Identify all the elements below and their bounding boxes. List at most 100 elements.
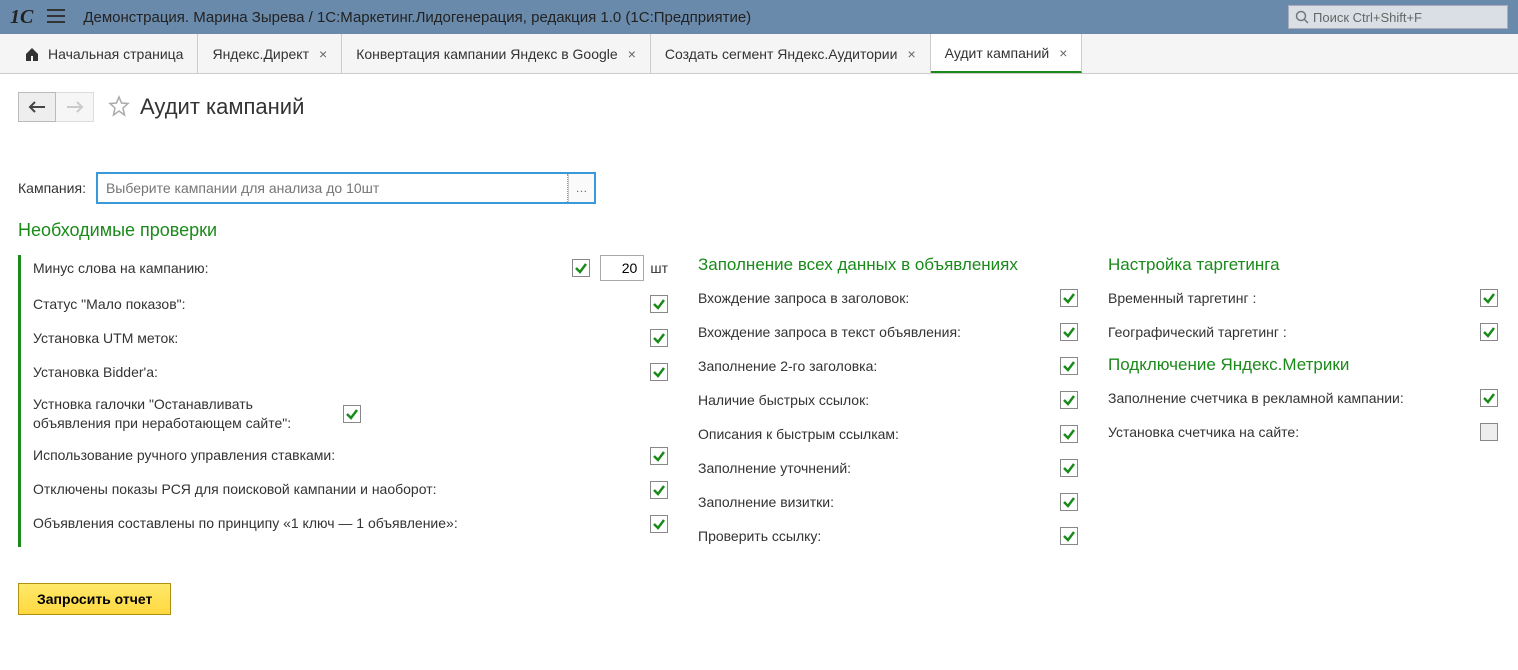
check-label: Заполнение уточнений:: [698, 459, 1060, 478]
check-label: Заполнение счетчика в рекламной кампании…: [1108, 389, 1480, 408]
tab-home-label: Начальная страница: [48, 46, 183, 62]
checkbox[interactable]: [1480, 389, 1498, 407]
check-label: Минус слова на кампанию:: [33, 259, 572, 278]
check-geo-targeting: Географический таргетинг :: [1108, 321, 1498, 343]
checkbox[interactable]: [1060, 289, 1078, 307]
close-icon[interactable]: ×: [907, 46, 915, 62]
checkbox[interactable]: [650, 447, 668, 465]
check-minus-words: Минус слова на кампанию: шт: [33, 255, 668, 281]
search-icon: [1295, 10, 1309, 24]
checks-col-3: Настройка таргетинга Временный таргетинг…: [1108, 255, 1498, 455]
check-label: Вхождение запроса в текст объявления:: [698, 323, 1060, 342]
check-time-targeting: Временный таргетинг :: [1108, 287, 1498, 309]
check-utm-tags: Установка UTM меток:: [33, 327, 668, 349]
checkbox[interactable]: [572, 259, 590, 277]
checkbox[interactable]: [1060, 391, 1078, 409]
tab-create-segment[interactable]: Создать сегмент Яндекс.Аудитории ×: [651, 34, 931, 73]
tab-label: Создать сегмент Яндекс.Аудитории: [665, 46, 898, 62]
check-rsy-disabled: Отключены показы РСЯ для поисковой кампа…: [33, 479, 668, 501]
check-label: Наличие быстрых ссылок:: [698, 391, 1060, 410]
checkbox[interactable]: [1480, 323, 1498, 341]
close-icon[interactable]: ×: [1059, 45, 1067, 61]
checkbox[interactable]: [1060, 527, 1078, 545]
checkbox[interactable]: [650, 329, 668, 347]
global-search[interactable]: Поиск Ctrl+Shift+F: [1288, 5, 1508, 29]
content-area: Кампания: … Необходимые проверки Минус с…: [0, 132, 1518, 635]
campaign-label: Кампания:: [18, 180, 86, 196]
checkbox[interactable]: [1480, 423, 1498, 441]
campaign-input[interactable]: [98, 174, 568, 202]
check-label: Проверить ссылку:: [698, 527, 1060, 546]
tab-convert-campaign[interactable]: Конвертация кампании Яндекс в Google ×: [342, 34, 651, 73]
tab-home[interactable]: Начальная страница: [10, 34, 198, 73]
tab-label: Аудит кампаний: [945, 45, 1050, 61]
arrow-right-icon: [66, 101, 84, 113]
hamburger-icon[interactable]: [47, 6, 65, 29]
tab-audit-campaigns[interactable]: Аудит кампаний ×: [931, 34, 1083, 73]
check-low-impressions: Статус "Мало показов":: [33, 293, 668, 315]
request-report-button[interactable]: Запросить отчет: [18, 583, 171, 615]
titlebar: 1C Демонстрация. Марина Зырева / 1С:Марк…: [0, 0, 1518, 34]
checkbox[interactable]: [1480, 289, 1498, 307]
checks-col-1: Минус слова на кампанию: шт Статус "Мало…: [18, 255, 668, 547]
window-title: Демонстрация. Марина Зырева / 1С:Маркети…: [83, 9, 1288, 26]
checkbox[interactable]: [1060, 425, 1078, 443]
check-counter-in-campaign: Заполнение счетчика в рекламной кампании…: [1108, 387, 1498, 409]
checkbox[interactable]: [650, 515, 668, 533]
check-bidder: Установка Bidder'a:: [33, 361, 668, 383]
checkbox[interactable]: [343, 405, 361, 423]
checkbox[interactable]: [1060, 493, 1078, 511]
close-icon[interactable]: ×: [628, 46, 636, 62]
unit-label: шт: [650, 260, 668, 276]
arrow-left-icon: [28, 101, 46, 113]
checkbox[interactable]: [1060, 357, 1078, 375]
close-icon[interactable]: ×: [319, 46, 327, 62]
check-stop-ads-broken-site: Устновка галочки "Останавливать объявлен…: [33, 395, 668, 433]
check-callouts: Заполнение уточнений:: [698, 457, 1078, 479]
check-manual-bids: Использование ручного управления ставкам…: [33, 445, 668, 467]
page-header: Аудит кампаний: [0, 74, 1518, 132]
check-sitelink-descriptions: Описания к быстрым ссылкам:: [698, 423, 1078, 445]
check-label: Заполнение 2-го заголовка:: [698, 357, 1060, 376]
check-one-key-one-ad: Объявления составлены по принципу «1 клю…: [33, 513, 668, 535]
nav-buttons: [18, 92, 94, 122]
check-query-in-headline: Вхождение запроса в заголовок:: [698, 287, 1078, 309]
campaign-combo: …: [96, 172, 596, 204]
check-label: Установка счетчика на сайте:: [1108, 423, 1480, 442]
check-label: Установка Bidder'a:: [33, 363, 650, 382]
check-label: Временный таргетинг :: [1108, 289, 1480, 308]
checkbox[interactable]: [650, 481, 668, 499]
favorite-star-icon[interactable]: [108, 95, 130, 120]
checks-layout: Минус слова на кампанию: шт Статус "Мало…: [18, 255, 1500, 559]
check-label: Описания к быстрым ссылкам:: [698, 425, 1060, 444]
check-label: Географический таргетинг :: [1108, 323, 1480, 342]
check-vcard: Заполнение визитки:: [698, 491, 1078, 513]
check-label: Вхождение запроса в заголовок:: [698, 289, 1060, 308]
check-label: Заполнение визитки:: [698, 493, 1060, 512]
checkbox[interactable]: [650, 295, 668, 313]
tab-label: Яндекс.Директ: [212, 46, 309, 62]
tab-label: Конвертация кампании Яндекс в Google: [356, 46, 617, 62]
checkbox[interactable]: [650, 363, 668, 381]
check-query-in-text: Вхождение запроса в текст объявления:: [698, 321, 1078, 343]
tab-bar: Начальная страница Яндекс.Директ × Конве…: [0, 34, 1518, 74]
search-placeholder: Поиск Ctrl+Shift+F: [1313, 10, 1422, 25]
checkbox[interactable]: [1060, 459, 1078, 477]
checkbox[interactable]: [1060, 323, 1078, 341]
tab-yandex-direct[interactable]: Яндекс.Директ ×: [198, 34, 342, 73]
check-label: Объявления составлены по принципу «1 клю…: [33, 514, 650, 533]
home-icon: [24, 46, 40, 62]
app-logo: 1C: [10, 6, 33, 29]
minus-words-count-input[interactable]: [600, 255, 644, 281]
check-second-headline: Заполнение 2-го заголовка:: [698, 355, 1078, 377]
subheader-targeting: Настройка таргетинга: [1108, 255, 1498, 275]
nav-back-button[interactable]: [18, 92, 56, 122]
check-counter-on-site: Установка счетчика на сайте:: [1108, 421, 1498, 443]
campaign-field-row: Кампания: …: [18, 172, 1500, 204]
check-label: Статус "Мало показов":: [33, 295, 650, 314]
subheader-metrika: Подключение Яндекс.Метрики: [1108, 355, 1498, 375]
campaign-picker-button[interactable]: …: [568, 174, 594, 202]
check-label: Использование ручного управления ставкам…: [33, 446, 650, 465]
check-label: Отключены показы РСЯ для поисковой кампа…: [33, 480, 650, 499]
check-label: Установка UTM меток:: [33, 329, 650, 348]
